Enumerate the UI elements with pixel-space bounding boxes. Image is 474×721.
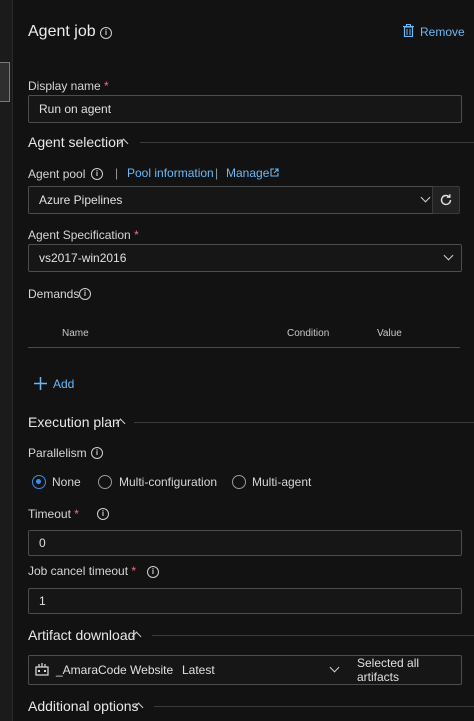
left-nav-selected-item[interactable] xyxy=(0,62,10,102)
chevron-down-icon xyxy=(420,192,431,203)
info-icon[interactable]: i xyxy=(91,168,103,180)
job-cancel-timeout-label-text: Job cancel timeout xyxy=(28,564,129,578)
agent-specification-label-text: Agent Specification xyxy=(28,228,131,242)
artifact-download-heading: Artifact download xyxy=(28,627,136,643)
remove-label: Remove xyxy=(420,25,465,39)
column-header-name[interactable]: Name xyxy=(62,328,89,339)
agent-specification-label: Agent Specification * xyxy=(28,228,139,242)
job-cancel-timeout-label: Job cancel timeout * xyxy=(28,564,136,578)
required-mark: * xyxy=(131,564,137,578)
required-mark: * xyxy=(104,79,109,93)
pool-information-link[interactable]: Pool information xyxy=(127,166,214,180)
table-header-divider xyxy=(28,347,460,348)
agent-pool-label: Agent pool xyxy=(28,167,86,181)
page-title: Agent job xyxy=(28,23,96,40)
info-icon[interactable]: i xyxy=(91,447,103,459)
timeout-value: 0 xyxy=(39,536,46,550)
agent-job-panel: Agent job i Remove Display name * Run on… xyxy=(14,0,474,721)
build-artifact-icon xyxy=(35,663,49,676)
info-icon[interactable]: i xyxy=(147,566,159,578)
plus-icon xyxy=(34,377,47,390)
separator: | xyxy=(115,166,119,180)
execution-plan-heading: Execution plan xyxy=(28,414,120,430)
refresh-icon xyxy=(440,194,452,206)
additional-options-heading: Additional options xyxy=(28,698,139,714)
agent-pool-dropdown[interactable]: Azure Pipelines xyxy=(28,186,440,214)
radio-multi-agent-label: Multi-agent xyxy=(252,475,312,489)
artifact-name: _AmaraCode Website xyxy=(56,663,174,677)
radio-none-label: None xyxy=(52,475,81,489)
left-nav-strip xyxy=(0,0,13,721)
display-name-value: Run on agent xyxy=(39,102,112,116)
info-icon[interactable]: i xyxy=(100,27,112,39)
timeout-label-text: Timeout xyxy=(28,507,71,521)
job-cancel-timeout-value: 1 xyxy=(39,594,46,608)
separator: | xyxy=(215,166,219,180)
info-icon[interactable]: i xyxy=(79,288,91,300)
artifact-selection: Selected all artifacts xyxy=(357,656,420,684)
remove-button[interactable]: Remove xyxy=(403,24,465,40)
agent-specification-dropdown[interactable]: vs2017-win2016 xyxy=(28,244,462,272)
timeout-label: Timeout * xyxy=(28,507,79,521)
section-divider xyxy=(152,635,474,636)
section-divider xyxy=(140,142,474,143)
external-link-icon xyxy=(270,168,279,177)
radio-multi-configuration-label: Multi-configuration xyxy=(119,475,218,489)
section-divider xyxy=(134,422,474,423)
artifact-row[interactable]: _AmaraCode Website Latest Selected all a… xyxy=(28,655,462,685)
add-label: Add xyxy=(53,377,75,391)
chevron-down-icon xyxy=(443,250,454,261)
radio-none[interactable]: None xyxy=(32,474,92,490)
info-icon[interactable]: i xyxy=(97,508,109,520)
column-header-value[interactable]: Value xyxy=(377,328,402,339)
column-header-condition[interactable]: Condition xyxy=(287,328,329,339)
section-divider xyxy=(154,706,474,707)
radio-multi-configuration[interactable]: Multi-configuration xyxy=(98,474,228,490)
timeout-field[interactable]: 0 xyxy=(28,530,462,556)
radio-unselected-icon xyxy=(232,475,246,489)
radio-unselected-icon xyxy=(98,475,112,489)
required-mark: * xyxy=(74,507,79,521)
parallelism-label: Parallelism xyxy=(28,446,87,460)
refresh-button[interactable] xyxy=(432,186,460,214)
add-demand-button[interactable]: Add xyxy=(34,376,78,392)
chevron-down-icon[interactable] xyxy=(329,662,340,673)
manage-link[interactable]: Manage xyxy=(226,166,269,180)
display-name-label-text: Display name xyxy=(28,79,101,93)
trash-icon xyxy=(403,24,414,37)
agent-pool-value: Azure Pipelines xyxy=(39,193,123,207)
artifact-version: Latest xyxy=(182,663,215,677)
agent-selection-heading: Agent selection xyxy=(28,134,124,150)
agent-specification-value: vs2017-win2016 xyxy=(39,251,127,265)
radio-multi-agent[interactable]: Multi-agent xyxy=(232,474,322,490)
radio-selected-icon xyxy=(32,475,46,489)
display-name-label: Display name * xyxy=(28,79,109,93)
job-cancel-timeout-field[interactable]: 1 xyxy=(28,588,462,614)
display-name-field[interactable]: Run on agent xyxy=(28,95,462,123)
required-mark: * xyxy=(134,228,139,242)
demands-label: Demands xyxy=(28,287,80,301)
